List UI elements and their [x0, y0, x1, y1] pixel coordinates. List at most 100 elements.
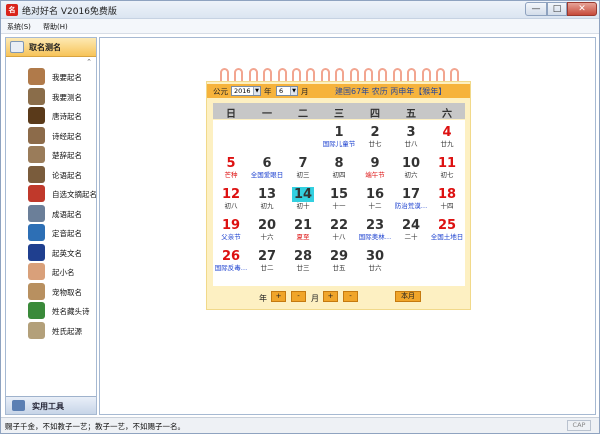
- sidebar-section-naming[interactable]: 取名测名: [6, 38, 96, 57]
- year-select-value: 2016: [234, 87, 251, 95]
- day-cell[interactable]: 29 廿五: [321, 248, 357, 275]
- day-cell[interactable]: 10 初六: [393, 155, 429, 182]
- day-number: 17: [401, 187, 421, 202]
- main-panel: 公元 2016 ▼ 年 6 ▼ 月 建国67年 农历 丙申年【猴年】 日一二三四…: [99, 37, 596, 415]
- scroll-up-icon[interactable]: ⌃: [84, 58, 94, 66]
- day-cell[interactable]: 18 十四: [429, 186, 465, 213]
- sidebar-item-label: 唐诗起名: [52, 112, 82, 121]
- sidebar-item[interactable]: 定音起名: [6, 223, 96, 243]
- sidebar-item[interactable]: 宠物取名: [6, 282, 96, 302]
- day-cell[interactable]: 30 廿六: [357, 248, 393, 275]
- day-lunar-label: 二十: [404, 233, 418, 241]
- day-cell[interactable]: 20 十六: [249, 217, 285, 244]
- day-number: 14: [291, 187, 315, 202]
- year-minus-button[interactable]: -: [291, 291, 306, 302]
- sidebar-item[interactable]: 起英文名: [6, 243, 96, 263]
- day-cell[interactable]: 28 廿三: [285, 248, 321, 275]
- sidebar-item-label: 起英文名: [52, 248, 82, 258]
- sidebar-item[interactable]: 起小名: [6, 262, 96, 282]
- day-cell[interactable]: 12 初八: [213, 186, 249, 213]
- day-cell[interactable]: 26 国际反毒…: [213, 248, 249, 275]
- day-cell[interactable]: 5 芒种: [213, 155, 249, 182]
- lunar-info: 建国67年 农历 丙申年【猴年】: [335, 87, 447, 96]
- month-plus-button[interactable]: +: [323, 291, 338, 302]
- year-label: 年: [264, 87, 272, 96]
- sidebar-item[interactable]: 姓名藏头诗: [6, 301, 96, 321]
- day-cell[interactable]: 19 父亲节: [213, 217, 249, 244]
- day-cell[interactable]: 8 初四: [321, 155, 357, 182]
- day-cell[interactable]: 9 端午节: [357, 155, 393, 182]
- day-number: 19: [221, 218, 241, 233]
- baby-icon: [28, 263, 45, 280]
- day-lunar-label: 初九: [260, 202, 274, 210]
- day-cell[interactable]: 27 廿二: [249, 248, 285, 275]
- nav-month-label: 月: [311, 294, 319, 303]
- day-number: 20: [257, 218, 277, 233]
- sidebar-item[interactable]: 我要测名: [6, 87, 96, 107]
- sidebar-item[interactable]: 我要起名: [6, 67, 96, 87]
- day-lunar-label: 初七: [440, 171, 454, 179]
- day-cell[interactable]: 16 十二: [357, 186, 393, 213]
- sidebar-item[interactable]: 姓氏起源: [6, 321, 96, 341]
- chevron-down-icon: ▼: [253, 87, 260, 95]
- day-cell[interactable]: 22 十八: [321, 217, 357, 244]
- day-lunar-label: 十六: [260, 233, 274, 241]
- day-number: 28: [293, 249, 313, 264]
- confucius-icon: [28, 165, 45, 183]
- nav-year-label: 年: [259, 294, 267, 303]
- day-cell[interactable]: 13 初九: [249, 186, 285, 213]
- close-button[interactable]: ✕: [567, 2, 597, 16]
- day-cell[interactable]: 1 国际儿童节: [321, 124, 357, 151]
- calendar-body: 公元 2016 ▼ 年 6 ▼ 月 建国67年 农历 丙申年【猴年】 日一二三四…: [206, 81, 471, 310]
- month-select[interactable]: 6 ▼: [276, 86, 298, 96]
- day-cell[interactable]: 3 廿八: [393, 124, 429, 151]
- day-lunar-label: 初六: [404, 171, 418, 179]
- sidebar-item[interactable]: 成语起名: [6, 204, 96, 224]
- day-cell[interactable]: 4 廿九: [429, 124, 465, 151]
- weekday-label: 五: [406, 109, 416, 120]
- day-lunar-label: 全国土地日: [430, 233, 464, 241]
- day-cell[interactable]: 6 全国爱眼日: [249, 155, 285, 182]
- day-lunar-label: 初三: [296, 171, 310, 179]
- sidebar-item[interactable]: 自选文摘起名: [6, 184, 97, 204]
- day-number: 13: [257, 187, 277, 202]
- sidebar-item[interactable]: 论语起名: [6, 165, 96, 185]
- app-window: 名 绝对好名 V2016免费版 — □ ✕ 系统(S) 帮助(H) 取名测名 ⌃…: [0, 0, 600, 434]
- month-label: 月: [301, 87, 309, 96]
- month-minus-button[interactable]: -: [343, 291, 358, 302]
- day-number: 18: [437, 187, 457, 202]
- weekday-label: 四: [370, 109, 380, 120]
- day-number: 11: [437, 156, 457, 171]
- day-cell[interactable]: 2 廿七: [357, 124, 393, 151]
- menu-system[interactable]: 系统(S): [7, 22, 31, 32]
- sidebar-section-tools[interactable]: 实用工具: [6, 396, 96, 414]
- day-cell[interactable]: 21 夏至: [285, 217, 321, 244]
- year-select[interactable]: 2016 ▼: [231, 86, 261, 96]
- day-cell[interactable]: 7 初三: [285, 155, 321, 182]
- year-plus-button[interactable]: +: [271, 291, 286, 302]
- day-cell[interactable]: 23 国际奥林…: [357, 217, 393, 244]
- this-month-button[interactable]: 本月: [395, 291, 421, 302]
- title-bar[interactable]: 名 绝对好名 V2016免费版 — □ ✕: [1, 1, 599, 19]
- uk-flag-icon: [28, 243, 45, 261]
- day-number: 24: [401, 218, 421, 233]
- magnifier-person-icon: [28, 87, 45, 105]
- minimize-button[interactable]: —: [525, 2, 547, 16]
- sidebar-item[interactable]: 诗经起名: [6, 126, 96, 146]
- day-cell[interactable]: 24 二十: [393, 217, 429, 244]
- sidebar-item-label: 宠物取名: [52, 287, 82, 297]
- sidebar-item[interactable]: 楚辞起名: [6, 145, 96, 165]
- day-cell[interactable]: 25 全国土地日: [429, 217, 465, 244]
- sidebar-list: 我要起名 我要测名唐诗起名诗经起名 楚辞起名 论语起名 自选文摘起名 成语起名 定音起名起英…: [6, 67, 97, 341]
- sidebar-item[interactable]: 唐诗起名: [6, 106, 96, 126]
- day-cell[interactable]: 17 防治荒漠…: [393, 186, 429, 213]
- maximize-button[interactable]: □: [547, 2, 567, 16]
- day-lunar-label: 廿三: [296, 264, 310, 272]
- day-number: 5: [226, 156, 236, 171]
- app-icon: 名: [6, 4, 18, 16]
- day-cell[interactable]: 15 十一: [321, 186, 357, 213]
- day-cell[interactable]: 11 初七: [429, 155, 465, 182]
- day-lunar-label: 十八: [332, 233, 346, 241]
- day-cell-today[interactable]: 14 初十: [285, 186, 321, 213]
- menu-help[interactable]: 帮助(H): [43, 22, 68, 32]
